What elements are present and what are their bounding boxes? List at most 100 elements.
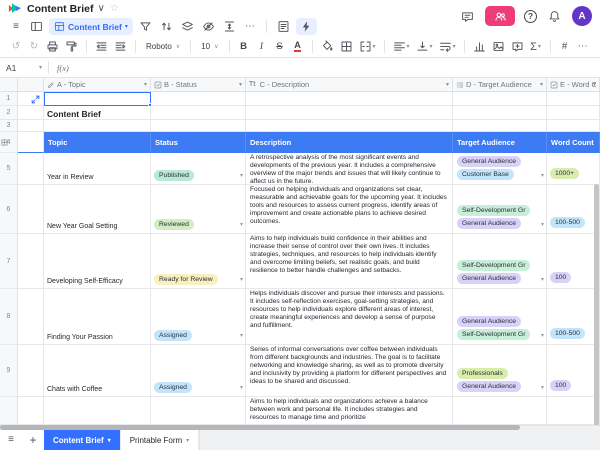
filter-button[interactable] — [137, 19, 154, 35]
sum-button[interactable]: Σ ▾ — [528, 39, 544, 55]
row-number[interactable]: 6 — [0, 185, 17, 234]
description-cell[interactable]: Series of informal conversations over co… — [246, 345, 453, 397]
indent-decrease-button[interactable] — [93, 39, 110, 55]
target-audience-cell[interactable]: General Audience Self-Development Gr ▾ — [453, 289, 547, 345]
cell[interactable] — [44, 120, 151, 132]
redo-button[interactable]: ↻ — [26, 39, 42, 55]
cell[interactable] — [18, 132, 44, 153]
font-family-select[interactable]: Roboto ∨ — [142, 39, 184, 55]
insert-image-button[interactable] — [490, 39, 507, 55]
row-number[interactable]: 2 — [0, 106, 17, 120]
italic-button[interactable]: I — [254, 39, 270, 55]
form-button[interactable] — [275, 19, 292, 35]
audience-chip[interactable]: Professionals — [457, 368, 508, 379]
row-number[interactable]: 9 — [0, 345, 17, 397]
sidebar-toggle-button[interactable] — [28, 19, 45, 35]
sheet-tab-content-brief[interactable]: Content Brief ▾ — [44, 429, 121, 450]
table-header-status[interactable]: Status — [151, 132, 246, 153]
description-cell[interactable]: Helps individuals discover and pursue th… — [246, 289, 453, 345]
target-audience-cell[interactable]: General Audience Customer Base ▾ — [453, 153, 547, 185]
audience-chip[interactable]: Self-Development Gr — [457, 205, 531, 216]
word-count-cell[interactable]: 1000+ — [547, 153, 600, 185]
horizontal-align-button[interactable]: ▾ — [391, 39, 412, 55]
cell[interactable] — [246, 120, 453, 132]
sheet-tab-printable-form[interactable]: Printable Form ▾ — [120, 429, 200, 450]
status-cell[interactable]: Assigned ▾ — [151, 289, 246, 345]
cell[interactable] — [547, 106, 600, 120]
hide-fields-button[interactable] — [200, 19, 217, 35]
topic-cell[interactable]: Chats with Coffee — [44, 345, 151, 397]
indent-increase-button[interactable] — [112, 39, 129, 55]
description-cell[interactable]: A retrospective analysis of the most sig… — [246, 153, 453, 185]
title-chevron-down-icon[interactable]: ∨ — [98, 3, 105, 14]
word-count-cell[interactable]: 100 — [547, 345, 600, 397]
column-header[interactable]: A - Topic ▾ — [44, 78, 151, 91]
borders-button[interactable] — [338, 39, 355, 55]
format-more-button[interactable]: ⋯ — [575, 39, 591, 55]
row-number[interactable]: 1 — [0, 92, 17, 106]
active-cell-selection[interactable] — [44, 92, 152, 107]
table-header-description[interactable]: Description — [246, 132, 453, 153]
audience-chip[interactable]: General Audience — [457, 273, 522, 284]
target-audience-cell[interactable]: ▾ — [453, 397, 547, 425]
row-number[interactable]: 3 — [0, 120, 17, 132]
audience-chip[interactable]: Self-Development Gr — [457, 260, 531, 271]
word-count-cell[interactable]: 100-500 — [547, 289, 600, 345]
format-painter-button[interactable] — [63, 39, 80, 55]
name-box[interactable]: A1 ▾ — [0, 63, 48, 73]
font-size-select[interactable]: 10 ∨ — [197, 39, 222, 55]
cell[interactable] — [18, 153, 44, 185]
word-count-cell[interactable]: 100 — [547, 234, 600, 289]
column-header-narrow[interactable] — [18, 78, 44, 91]
word-count-cell[interactable]: 100-500 — [547, 185, 600, 234]
topic-cell[interactable]: New Year Goal Setting — [44, 185, 151, 234]
strikethrough-button[interactable]: S — [272, 39, 288, 55]
cell[interactable] — [18, 397, 44, 425]
status-cell[interactable]: Published ▾ — [151, 153, 246, 185]
bold-button[interactable]: B — [236, 39, 252, 55]
cell[interactable] — [151, 120, 246, 132]
automation-button[interactable] — [295, 18, 317, 35]
row-height-button[interactable] — [221, 19, 238, 35]
undo-button[interactable]: ↺ — [8, 39, 24, 55]
cell[interactable] — [453, 106, 547, 120]
status-cell[interactable]: Assigned ▾ — [151, 345, 246, 397]
row-number[interactable]: 8 — [0, 289, 17, 345]
row-number[interactable]: 5 — [0, 153, 17, 185]
cell[interactable] — [151, 92, 246, 106]
description-cell[interactable]: Aims to help individuals build confidenc… — [246, 234, 453, 289]
target-audience-cell[interactable]: Self-Development Gr General Audience ▾ — [453, 234, 547, 289]
audience-chip[interactable]: General Audience — [457, 218, 522, 229]
description-cell[interactable]: Focused on helping individuals and organ… — [246, 185, 453, 234]
vertical-scrollbar[interactable] — [594, 184, 599, 425]
fill-color-button[interactable] — [319, 39, 336, 55]
select-all-corner[interactable] — [0, 78, 18, 91]
cell[interactable] — [453, 120, 547, 132]
cell[interactable] — [246, 92, 453, 106]
cell[interactable] — [151, 106, 246, 120]
text-wrap-button[interactable]: ▾ — [437, 39, 458, 55]
menu-button[interactable]: ≡ — [8, 19, 24, 35]
row-number[interactable] — [0, 397, 17, 425]
cell[interactable] — [453, 92, 547, 106]
cell[interactable] — [18, 289, 44, 345]
audience-chip[interactable]: General Audience — [457, 381, 522, 392]
fill-handle[interactable] — [148, 103, 152, 107]
all-sheets-button[interactable]: ≡ — [0, 435, 22, 445]
column-header[interactable]: E - Word Count ▾ — [547, 78, 600, 91]
cell[interactable] — [547, 120, 600, 132]
insert-comment-button[interactable] — [509, 39, 526, 55]
status-cell[interactable]: Reviewed ▾ — [151, 185, 246, 234]
description-cell[interactable]: Aims to help individuals and organizatio… — [246, 397, 453, 425]
cell[interactable] — [246, 106, 453, 120]
cell[interactable] — [18, 345, 44, 397]
expand-record-icon[interactable] — [31, 95, 40, 104]
target-audience-cell[interactable]: Self-Development Gr General Audience ▾ — [453, 185, 547, 234]
status-cell[interactable]: Ready for Review ▾ — [151, 234, 246, 289]
view-switcher-button[interactable]: Content Brief ▾ — [49, 18, 133, 35]
status-cell[interactable]: ▾ — [151, 397, 246, 425]
column-header[interactable]: Tt C - Description ▾ — [246, 78, 453, 91]
cell[interactable] — [18, 106, 44, 120]
target-audience-cell[interactable]: Professionals General Audience ▾ — [453, 345, 547, 397]
table-header-word-count[interactable]: Word Count — [547, 132, 600, 153]
